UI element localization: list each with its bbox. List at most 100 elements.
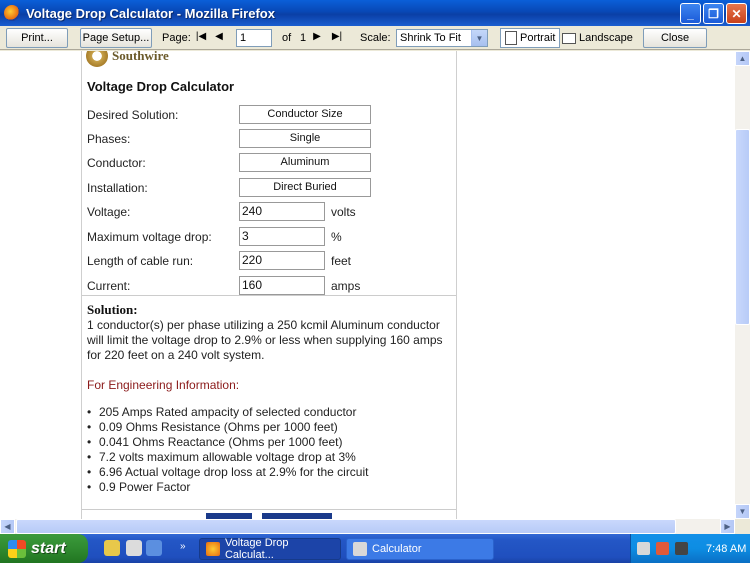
system-tray: 7:48 AM	[630, 534, 750, 563]
cable-length-unit: feet	[331, 254, 352, 268]
horizontal-scrollbar[interactable]: ◀ ▶	[0, 519, 735, 534]
southwire-logo-icon	[86, 51, 108, 67]
firefox-icon	[4, 5, 20, 21]
next-page-icon[interactable]: ▶	[310, 31, 324, 42]
previous-page-icon[interactable]: ◀	[212, 31, 226, 42]
portrait-button[interactable]: Portrait	[500, 28, 561, 48]
phases-row: Phases: Single	[87, 129, 447, 149]
installation-select[interactable]: Direct Buried	[239, 178, 371, 197]
preview-page: Southwire Voltage Drop Calculator Desire…	[81, 51, 457, 519]
vertical-scroll-thumb[interactable]	[735, 129, 750, 325]
page-setup-button[interactable]: Page Setup...	[80, 27, 152, 48]
page-number-input[interactable]: 1	[236, 29, 272, 47]
current-row: Current: 160 amps	[87, 276, 447, 296]
quicklaunch-icon[interactable]	[126, 540, 142, 556]
firefox-icon	[206, 542, 220, 556]
start-button[interactable]: start	[0, 534, 88, 563]
scale-select[interactable]: Shrink To Fit ▼	[396, 29, 488, 47]
quicklaunch-icon[interactable]	[146, 540, 162, 556]
task-label: Voltage Drop Calculat...	[224, 537, 289, 561]
print-button[interactable]: Print...	[6, 27, 68, 48]
engineering-heading: For Engineering Information:	[87, 378, 240, 392]
current-input[interactable]: 160	[239, 276, 325, 295]
field-label: Current:	[87, 279, 131, 293]
list-item: 0.9 Power Factor	[87, 480, 368, 495]
field-label: Length of cable run:	[87, 254, 194, 268]
max-voltage-drop-input[interactable]: 3	[239, 227, 325, 246]
chevron-down-icon[interactable]: ▼	[471, 30, 487, 46]
list-item: 7.2 volts maximum allowable voltage drop…	[87, 450, 368, 465]
conductor-row: Conductor: Aluminum	[87, 153, 447, 173]
landscape-page-icon	[562, 32, 576, 44]
quicklaunch-icon[interactable]	[104, 540, 120, 556]
engineering-list: 205 Amps Rated ampacity of selected cond…	[87, 405, 368, 495]
portrait-page-icon	[505, 31, 517, 45]
task-calculator[interactable]: Calculator	[346, 538, 494, 560]
voltage-input[interactable]: 240	[239, 202, 325, 221]
current-unit: amps	[331, 279, 361, 293]
bottom-divider	[82, 509, 456, 510]
field-label: Voltage:	[87, 205, 131, 219]
window-title: Voltage Drop Calculator - Mozilla Firefo…	[26, 5, 275, 21]
landscape-button[interactable]: Landscape	[558, 28, 637, 48]
scroll-left-icon[interactable]: ◀	[0, 519, 15, 534]
close-window-button[interactable]: ✕	[726, 3, 747, 24]
list-item: 205 Amps Rated ampacity of selected cond…	[87, 405, 368, 420]
task-firefox[interactable]: Voltage Drop Calculat...	[199, 537, 341, 561]
list-item: 6.96 Actual voltage drop loss at 2.9% fo…	[87, 465, 368, 480]
cable-length-input[interactable]: 220	[239, 251, 325, 270]
scale-label: Scale:	[360, 32, 391, 44]
chevron-right-icon[interactable]: »	[180, 541, 186, 552]
installation-row: Installation: Direct Buried	[87, 178, 447, 198]
scroll-right-icon[interactable]: ▶	[720, 519, 735, 534]
taskbar: start » Voltage Drop Calculat... Calcula…	[0, 534, 750, 563]
scroll-up-icon[interactable]: ▲	[735, 51, 750, 66]
tray-app-icon[interactable]	[656, 542, 669, 555]
minimize-button[interactable]: _	[680, 3, 701, 24]
max-voltage-drop-unit: %	[331, 230, 342, 244]
vertical-scrollbar[interactable]: ▲ ▼	[735, 51, 750, 519]
cable-length-row: Length of cable run: 220 feet	[87, 251, 447, 271]
page-label: Page:	[162, 32, 191, 44]
start-label: start	[31, 539, 66, 557]
network-icon[interactable]	[637, 542, 650, 555]
close-preview-button[interactable]: Close	[643, 27, 707, 48]
desired-solution-row: Desired Solution: Conductor Size	[87, 105, 447, 125]
first-page-icon[interactable]: |◀	[194, 31, 208, 42]
phases-select[interactable]: Single	[239, 129, 371, 148]
conductor-select[interactable]: Aluminum	[239, 153, 371, 172]
task-label: Calculator	[372, 543, 422, 555]
field-label: Maximum voltage drop:	[87, 230, 212, 244]
scale-value: Shrink To Fit	[400, 32, 461, 44]
voltage-row: Voltage: 240 volts	[87, 202, 447, 222]
landscape-label: Landscape	[579, 32, 633, 44]
solution-heading: Solution:	[87, 302, 138, 317]
scrollbar-corner	[735, 519, 750, 534]
field-label: Installation:	[87, 181, 148, 195]
maximize-button[interactable]: ❐	[703, 3, 724, 24]
horizontal-scroll-thumb[interactable]	[16, 519, 676, 534]
calculator-icon	[353, 542, 367, 556]
voltage-unit: volts	[331, 205, 356, 219]
list-item: 0.041 Ohms Reactance (Ohms per 1000 feet…	[87, 435, 368, 450]
solution-text: 1 conductor(s) per phase utilizing a 250…	[87, 318, 443, 362]
portrait-label: Portrait	[520, 32, 556, 44]
southwire-logo: Southwire	[86, 51, 169, 67]
total-pages: 1	[300, 32, 307, 44]
print-preview-viewport: Southwire Voltage Drop Calculator Desire…	[0, 51, 735, 519]
last-page-icon[interactable]: ▶|	[330, 31, 344, 42]
scroll-down-icon[interactable]: ▼	[735, 504, 750, 519]
window-controls: _ ❐ ✕	[680, 3, 747, 24]
tray-app-icon[interactable]	[675, 542, 688, 555]
clock: 7:48 AM	[706, 542, 747, 555]
field-label: Desired Solution:	[87, 108, 179, 122]
section-divider	[82, 295, 456, 296]
of-label: of	[282, 32, 292, 44]
field-label: Conductor:	[87, 156, 146, 170]
print-preview-toolbar: Print... Page Setup... Page: |◀ ◀ 1 of 1…	[0, 26, 750, 50]
window-titlebar: Voltage Drop Calculator - Mozilla Firefo…	[0, 0, 750, 26]
desired-solution-select[interactable]: Conductor Size	[239, 105, 371, 124]
calculator-title: Voltage Drop Calculator	[87, 79, 235, 94]
windows-logo-icon	[8, 539, 26, 558]
max-voltage-drop-row: Maximum voltage drop: 3 %	[87, 227, 447, 247]
